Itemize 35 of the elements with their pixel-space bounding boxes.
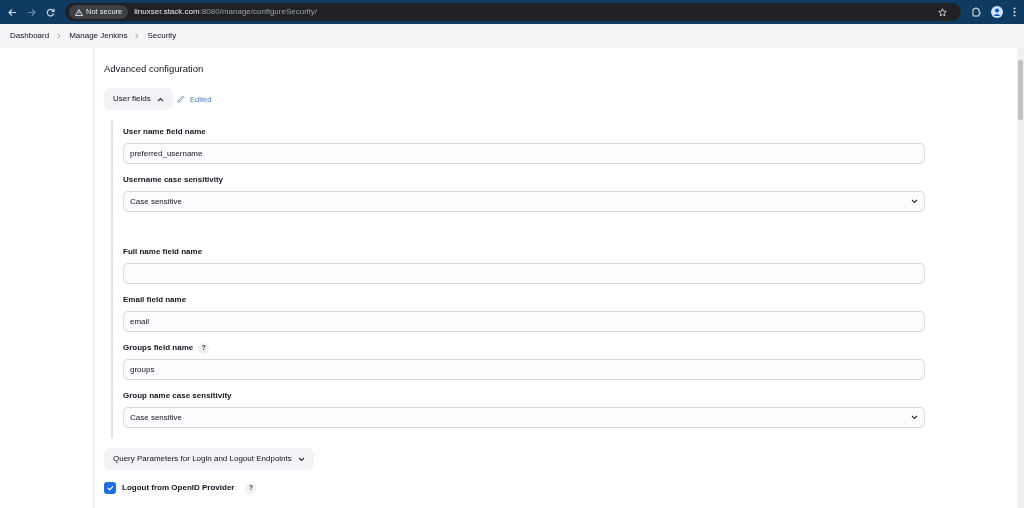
url-text: linuxser.stack.com:8080/manage/configureSecurity/ <box>134 6 318 18</box>
field-label: User name field name <box>123 126 206 139</box>
chevron-icon <box>297 456 305 462</box>
input-field[interactable]: groups <box>123 359 925 381</box>
caret-icon <box>911 415 918 421</box>
query-parameters-toggle[interactable]: Query Parameters for Login and Logout Endpoints <box>104 448 314 471</box>
caret-icon <box>911 199 918 205</box>
pencil-icon <box>177 95 186 104</box>
warning-icon <box>75 8 83 16</box>
section-title: Advanced configuration <box>104 62 205 76</box>
field-label: Group name case sensitivity <box>123 390 232 403</box>
back-icon[interactable] <box>8 7 17 17</box>
chevron-icon <box>57 33 62 39</box>
breadcrumb-link[interactable]: Manage Jenkins <box>69 30 128 42</box>
field-label: Groups field name <box>123 342 194 355</box>
input-field[interactable]: preferred_username <box>123 143 925 165</box>
chevron-icon <box>156 96 164 102</box>
forward-icon[interactable] <box>27 7 36 17</box>
checkbox[interactable] <box>104 482 116 495</box>
menu-icon[interactable] <box>1013 7 1016 17</box>
checkbox-label: Logout from OpenID Provider <box>122 482 235 495</box>
field-label: Full name field name <box>123 246 203 259</box>
field-label: Username case sensitivity <box>123 174 224 187</box>
reload-icon[interactable] <box>46 7 55 17</box>
breadcrumb-link[interactable]: Dashboard <box>10 30 50 42</box>
extension-icon[interactable] <box>971 7 981 17</box>
field-label: Email field name <box>123 294 187 307</box>
chevron-icon <box>135 33 140 39</box>
select-field[interactable]: Case sensitive <box>123 191 925 213</box>
input-field[interactable]: email <box>123 311 925 333</box>
star-icon[interactable] <box>938 7 947 17</box>
user-fields-toggle[interactable]: User fields <box>104 88 173 111</box>
select-field[interactable]: Case sensitive <box>123 407 925 429</box>
breadcrumb-link[interactable]: Security <box>147 30 177 42</box>
avatar-icon[interactable] <box>991 6 1003 18</box>
